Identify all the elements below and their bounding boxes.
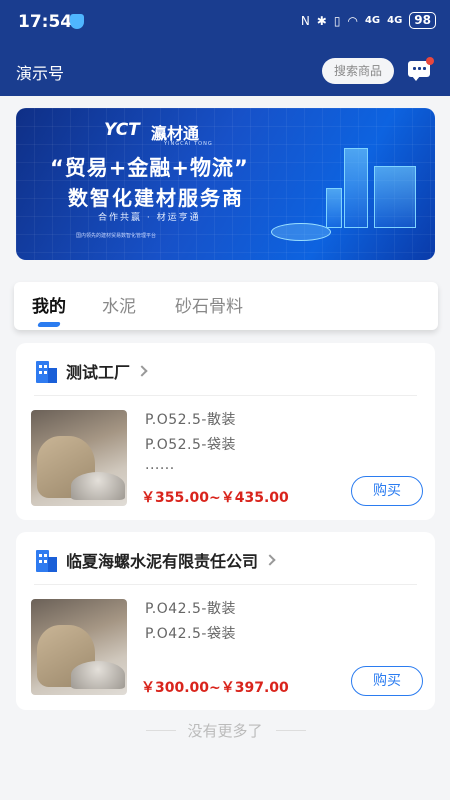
no-more-text: 没有更多了 (187, 722, 263, 740)
shop-name: 临夏海螺水泥有限责任公司 (66, 552, 259, 571)
buy-button[interactable]: 购买 (351, 666, 423, 696)
banner-logo: YCT (104, 120, 140, 140)
status-bar: 17:54 N ✱ ▯ ◠ 4G 4G 98 (0, 0, 450, 44)
wifi-icon: ◠ (347, 13, 358, 28)
vibrate-icon: ▯ (333, 13, 341, 28)
tab-aggregate[interactable]: 砂石骨料 (175, 292, 243, 317)
chevron-right-icon (264, 554, 276, 566)
banner-headline: “贸易+金融+物流” (50, 156, 249, 180)
active-tab-indicator (37, 322, 61, 327)
price-range: ￥300.00~￥397.00 (141, 680, 289, 696)
shop-card: 临夏海螺水泥有限责任公司 P.O42.5-散装 P.O42.5-袋装 ￥300.… (16, 532, 435, 710)
status-icons: N ✱ ▯ ◠ 4G 4G 98 (301, 12, 436, 29)
battery-indicator: 98 (409, 12, 436, 29)
no-more-indicator: 没有更多了 (0, 720, 450, 742)
building-icon (34, 359, 58, 383)
product-spec: P.O42.5-袋装 (145, 626, 236, 642)
product-spec: P.O52.5-散装 (145, 412, 236, 428)
top-bar: 17:54 N ✱ ▯ ◠ 4G 4G 98 演示号 搜索商品 (0, 0, 450, 96)
product-spec-more: ...... (145, 457, 175, 473)
buy-button[interactable]: 购买 (351, 476, 423, 506)
banner-subheadline: 数智化建材服务商 (68, 186, 244, 210)
product-spec: P.O52.5-袋装 (145, 437, 236, 453)
divider (276, 730, 306, 731)
notification-badge (426, 57, 434, 65)
banner-footnote: 国内领先的建材贸易数智化管理平台 (76, 233, 157, 239)
tab-mine[interactable]: 我的 (32, 292, 66, 317)
page-title: 演示号 (16, 64, 65, 83)
chat-icon[interactable] (408, 57, 434, 81)
chevron-right-icon (136, 365, 148, 377)
status-time: 17:54 (18, 12, 73, 32)
search-button[interactable]: 搜索商品 (322, 58, 394, 84)
banner-buildings-graphic (316, 128, 426, 248)
shop-header[interactable]: 测试工厂 (34, 357, 148, 385)
promo-banner[interactable]: YCT 瀛材通 YINGCAI TONG “贸易+金融+物流” 数智化建材服务商… (16, 108, 435, 260)
shop-card: 测试工厂 P.O52.5-散装 P.O52.5-袋装 ...... ￥355.0… (16, 343, 435, 520)
divider (146, 730, 176, 731)
product-image[interactable] (31, 599, 127, 695)
price-range: ￥355.00~￥435.00 (141, 490, 289, 506)
divider (34, 584, 417, 585)
building-icon (34, 548, 58, 572)
category-tabs: 我的 水泥 砂石骨料 (14, 282, 438, 330)
signal-icon-2: 4G (387, 15, 403, 26)
bluetooth-icon: ✱ (316, 13, 327, 28)
app-header: 演示号 搜索商品 (0, 44, 450, 96)
product-image[interactable] (31, 410, 127, 506)
divider (34, 395, 417, 396)
shop-name: 测试工厂 (66, 363, 131, 382)
product-spec: P.O42.5-散装 (145, 601, 236, 617)
tab-cement[interactable]: 水泥 (102, 292, 136, 317)
shop-header[interactable]: 临夏海螺水泥有限责任公司 (34, 546, 276, 574)
shield-icon (70, 14, 84, 29)
banner-logo-sub: YINGCAI TONG (164, 141, 213, 147)
nfc-icon: N (300, 13, 310, 28)
banner-slogan: 合作共赢 · 材运亨通 (98, 213, 201, 223)
signal-icon: 4G (364, 15, 381, 26)
